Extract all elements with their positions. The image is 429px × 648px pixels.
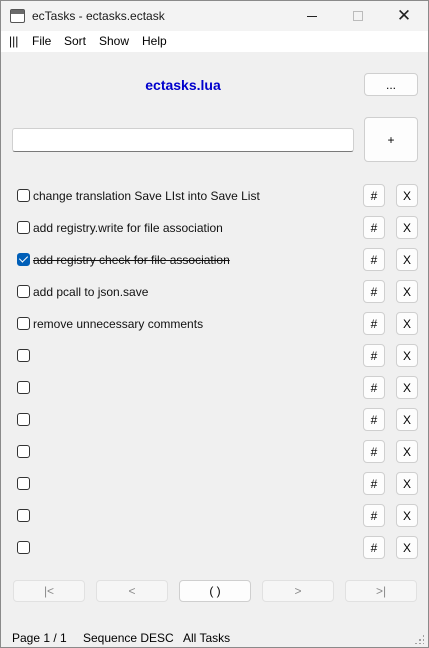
- task-label[interactable]: change translation Save LIst into Save L…: [33, 189, 260, 203]
- delete-task-button[interactable]: X: [396, 248, 418, 271]
- edit-task-button[interactable]: #: [363, 184, 385, 207]
- status-sequence: Sequence DESC: [83, 631, 174, 645]
- edit-task-button[interactable]: #: [363, 408, 385, 431]
- status-filter: All Tasks: [183, 631, 231, 645]
- menu-bar: ||| File Sort Show Help: [1, 31, 428, 52]
- status-bar: Page 1 / 1 Sequence DESC All Tasks: [1, 626, 428, 648]
- window-title: ecTasks - ectasks.ectask: [32, 9, 165, 23]
- delete-task-button[interactable]: X: [396, 344, 418, 367]
- task-label[interactable]: add registry.write for file association: [33, 221, 223, 235]
- delete-task-button[interactable]: X: [396, 376, 418, 399]
- task-label[interactable]: remove unnecessary comments: [33, 317, 203, 331]
- task-checkbox[interactable]: [17, 413, 30, 426]
- delete-task-button[interactable]: X: [396, 312, 418, 335]
- task-row: add registry.write for file association #…: [1, 216, 428, 240]
- app-window: ecTasks - ectasks.ectask ✕ ||| File Sort…: [0, 0, 429, 648]
- status-page: Page 1 / 1: [12, 631, 67, 645]
- delete-task-button[interactable]: X: [396, 216, 418, 239]
- minimize-icon: [307, 15, 317, 17]
- task-checkbox[interactable]: [17, 221, 30, 234]
- task-row: # X: [1, 344, 428, 368]
- minimize-button[interactable]: [289, 1, 335, 31]
- task-checkbox[interactable]: [17, 477, 30, 490]
- delete-task-button[interactable]: X: [396, 440, 418, 463]
- task-checkbox[interactable]: [17, 317, 30, 330]
- close-button[interactable]: ✕: [381, 1, 427, 31]
- task-row: change translation Save LIst into Save L…: [1, 184, 428, 208]
- new-task-input[interactable]: [12, 128, 354, 152]
- task-checkbox[interactable]: [17, 381, 30, 394]
- current-page-button[interactable]: ( ): [179, 580, 251, 602]
- first-page-button[interactable]: |<: [13, 580, 85, 602]
- task-checkbox[interactable]: [17, 285, 30, 298]
- task-row: # X: [1, 408, 428, 432]
- task-label[interactable]: add registry check for file association: [33, 253, 230, 267]
- app-window-icon: [10, 9, 25, 23]
- edit-task-button[interactable]: #: [363, 376, 385, 399]
- title-bar: ecTasks - ectasks.ectask ✕: [1, 1, 428, 31]
- task-checkbox[interactable]: [17, 509, 30, 522]
- delete-task-button[interactable]: X: [396, 472, 418, 495]
- task-row: # X: [1, 376, 428, 400]
- task-label[interactable]: add pcall to json.save: [33, 285, 148, 299]
- maximize-button: [335, 1, 381, 31]
- task-row: # X: [1, 536, 428, 560]
- menu-sort[interactable]: Sort: [64, 34, 86, 48]
- delete-task-button[interactable]: X: [396, 184, 418, 207]
- task-checkbox[interactable]: [17, 541, 30, 554]
- edit-task-button[interactable]: #: [363, 216, 385, 239]
- edit-task-button[interactable]: #: [363, 504, 385, 527]
- maximize-icon: [353, 11, 363, 21]
- close-icon: ✕: [396, 5, 412, 26]
- menu-show[interactable]: Show: [99, 34, 129, 48]
- delete-task-button[interactable]: X: [396, 280, 418, 303]
- task-row: # X: [1, 472, 428, 496]
- task-row: # X: [1, 504, 428, 528]
- task-checkbox[interactable]: [17, 445, 30, 458]
- menu-hamburger[interactable]: |||: [9, 34, 18, 48]
- edit-task-button[interactable]: #: [363, 280, 385, 303]
- task-checkbox[interactable]: [17, 189, 30, 202]
- next-page-button[interactable]: >: [262, 580, 334, 602]
- edit-task-button[interactable]: #: [363, 344, 385, 367]
- edit-task-button[interactable]: #: [363, 248, 385, 271]
- prev-page-button[interactable]: <: [96, 580, 168, 602]
- delete-task-button[interactable]: X: [396, 536, 418, 559]
- task-checkbox[interactable]: [17, 349, 30, 362]
- last-page-button[interactable]: >|: [345, 580, 417, 602]
- edit-task-button[interactable]: #: [363, 536, 385, 559]
- file-title: ectasks.lua: [145, 77, 221, 93]
- delete-task-button[interactable]: X: [396, 408, 418, 431]
- task-row: add pcall to json.save # X: [1, 280, 428, 304]
- edit-task-button[interactable]: #: [363, 472, 385, 495]
- task-row: remove unnecessary comments # X: [1, 312, 428, 336]
- menu-file[interactable]: File: [32, 34, 51, 48]
- task-row: # X: [1, 440, 428, 464]
- add-task-button[interactable]: +: [364, 117, 418, 162]
- more-button[interactable]: ...: [364, 73, 418, 96]
- delete-task-button[interactable]: X: [396, 504, 418, 527]
- menu-help[interactable]: Help: [142, 34, 167, 48]
- edit-task-button[interactable]: #: [363, 312, 385, 335]
- resize-grip-icon[interactable]: [414, 634, 424, 644]
- edit-task-button[interactable]: #: [363, 440, 385, 463]
- task-row: add registry check for file association #…: [1, 248, 428, 272]
- task-checkbox[interactable]: [17, 253, 30, 266]
